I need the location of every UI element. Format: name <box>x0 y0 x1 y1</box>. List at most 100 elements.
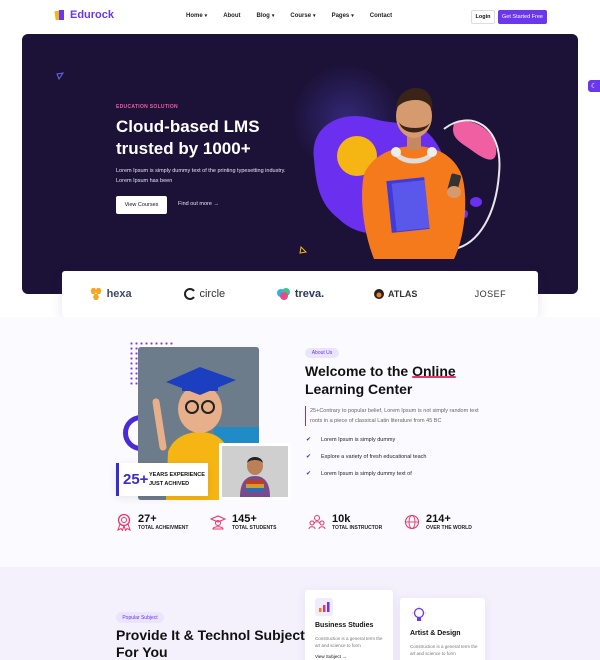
brand-name: treva. <box>294 288 325 300</box>
checklist-item: ✔ Explore a variety of fresh educational … <box>306 448 426 465</box>
years-label-line: JUST ACHIVED <box>149 480 190 487</box>
award-icon <box>117 513 131 531</box>
card-title: Business Studies <box>315 622 374 629</box>
view-courses-button[interactable]: View Courses <box>116 196 167 214</box>
brand-name: JOSEF <box>474 289 507 299</box>
welcome-description: 25+Contrary to popular belief, Lorem Ips… <box>305 406 479 426</box>
logo-text: Edurock <box>70 9 115 21</box>
menu-item-home[interactable]: Home ▾ <box>186 13 207 19</box>
lightbulb-icon <box>412 606 426 621</box>
treva-logo-icon <box>276 288 290 300</box>
stat-value: 10k <box>332 513 351 525</box>
stat-achievement: 27+ TOTAL ACHEIVMENT <box>116 513 210 531</box>
stat-label: TOTAL INSTRUCTOR <box>332 525 383 531</box>
menu-label: Contact <box>369 13 393 19</box>
years-label: YEARS EXPERIENCE JUST ACHIVED <box>149 471 205 489</box>
menu-label: Home <box>186 13 203 19</box>
checklist-item: ✔ Lorem Ipsum is simply dummy text of <box>306 465 426 482</box>
menu-item-pages[interactable]: Pages ▾ <box>332 13 354 19</box>
menu-label: Blog <box>256 13 270 19</box>
view-subject-link[interactable]: View Subject → <box>315 654 347 659</box>
menu-label: Course <box>290 13 312 19</box>
welcome-title-end: Learning Center <box>305 381 413 397</box>
years-experience-badge: 25+ YEARS EXPERIENCE JUST ACHIVED <box>116 463 208 496</box>
hexa-logo-icon <box>90 288 102 300</box>
menu-label: About <box>223 13 241 19</box>
brand-atlas: ATLAS <box>348 288 443 300</box>
brand-name: hexa <box>106 288 132 300</box>
instructor-icon <box>308 515 326 530</box>
login-button[interactable]: Login <box>471 10 495 24</box>
popular-subject-title: Provide It & Technol Subject For You <box>116 627 305 660</box>
graduate-icon <box>210 515 226 530</box>
stat-label: TOTAL STUDENTS <box>232 525 277 531</box>
brand-name: circle <box>199 288 226 300</box>
stat-value: 214+ <box>426 513 451 525</box>
card-title: Artist & Design <box>410 630 461 637</box>
stat-world: 214+ OVER THE WORLD <box>404 513 472 531</box>
about-us-pill: About Us <box>305 348 339 358</box>
stat-value: 145+ <box>232 513 257 525</box>
welcome-title: Welcome to the Online Learning Center <box>305 362 505 398</box>
brand-josef: JOSEF <box>443 289 538 299</box>
logo-icon <box>54 10 64 21</box>
hero-title: Cloud-based LMS trusted by 1000+ <box>116 117 260 158</box>
teacher-with-books-illustration <box>222 446 288 497</box>
top-navbar: Edurock Home ▾ About Blog ▾ Course ▾ Pages ▾… <box>0 0 600 34</box>
find-out-more-link[interactable]: Find out more → <box>178 201 219 207</box>
stats-row: 27+ TOTAL ACHEIVMENT 145+ TOTAL STUDENTS 1… <box>116 513 472 531</box>
menu-item-blog[interactable]: Blog ▾ <box>257 13 275 19</box>
menu-item-about[interactable]: About <box>223 13 240 19</box>
checklist-text: Lorem Ipsum is simply dummy text of <box>321 470 412 477</box>
menu-item-course[interactable]: Course ▾ <box>290 13 315 19</box>
chart-icon <box>315 598 333 616</box>
checklist-text: Explore a variety of fresh educational t… <box>321 453 427 460</box>
stat-instructor: 10k TOTAL INSTRUCTOR <box>308 513 404 531</box>
circle-logo-icon <box>184 288 196 300</box>
brand-circle: circle <box>157 288 252 300</box>
triangle-decoration-icon <box>56 72 64 80</box>
checklist-text: Lorem Ipsum is simply dummy <box>321 436 396 443</box>
get-started-button[interactable]: Get Started Free <box>498 10 547 24</box>
atlas-logo-icon <box>374 289 385 299</box>
chevron-down-icon: ▾ <box>271 13 275 19</box>
welcome-title-start: Welcome to the <box>305 363 409 379</box>
years-label-line: YEARS EXPERIENCE <box>149 471 205 478</box>
popular-subject-pill: Popular Subject <box>116 612 164 623</box>
stat-label: OVER THE WORLD <box>426 525 472 531</box>
checklist-item: ✔ Lorem Ipsum is simply dummy <box>306 431 426 448</box>
check-icon: ✔ <box>306 471 312 477</box>
subject-card-artist[interactable]: Artist & Design Construction is a genera… <box>400 598 485 660</box>
globe-icon <box>404 514 420 530</box>
popular-subject-section: Popular Subject Provide It & Technol Sub… <box>0 567 600 660</box>
menu-item-contact[interactable]: Contact <box>370 13 392 19</box>
brand-hexa: hexa <box>62 287 157 301</box>
hero-description: Lorem Ipsum is simply dummy text of the … <box>116 168 286 184</box>
chevron-down-icon: ▾ <box>204 13 208 19</box>
years-number: 25+ <box>123 471 149 488</box>
feature-checklist: ✔ Lorem Ipsum is simply dummy ✔ Explore a … <box>306 431 426 482</box>
stat-value: 27+ <box>138 513 157 525</box>
brand-treva: treva. <box>252 287 347 301</box>
brand-name: ATLAS <box>388 289 418 299</box>
logo[interactable]: Edurock <box>54 9 114 21</box>
dark-mode-toggle-icon[interactable]: ☾ <box>588 80 600 92</box>
welcome-section: 25+ YEARS EXPERIENCE JUST ACHIVED About … <box>0 317 600 567</box>
card-description: Construction is a general term the art a… <box>315 636 383 648</box>
check-icon: ✔ <box>306 454 312 460</box>
menu-label: Pages <box>331 13 350 19</box>
chevron-down-icon: ▾ <box>351 13 354 19</box>
stat-label: TOTAL ACHEIVMENT <box>138 525 189 531</box>
card-description: Construction is a general term the art a… <box>410 644 478 656</box>
hero-eyebrow: EDUCATION SOLUTION <box>116 104 178 110</box>
main-menu: Home ▾ About Blog ▾ Course ▾ Pages ▾ Contact <box>186 13 408 19</box>
hero-banner: EDUCATION SOLUTION Cloud-based LMS trust… <box>22 34 578 294</box>
brand-logos-strip: hexa circle treva. ATLAS JOSEF <box>62 271 538 317</box>
chevron-down-icon: ▾ <box>313 13 316 19</box>
welcome-title-highlight: Online <box>412 363 456 379</box>
check-icon: ✔ <box>306 437 312 443</box>
hero-student-image <box>313 88 501 259</box>
stat-students: 145+ TOTAL STUDENTS <box>210 513 308 531</box>
teacher-image <box>219 443 291 500</box>
subject-card-business[interactable]: Business Studies Construction is a gener… <box>305 590 393 660</box>
